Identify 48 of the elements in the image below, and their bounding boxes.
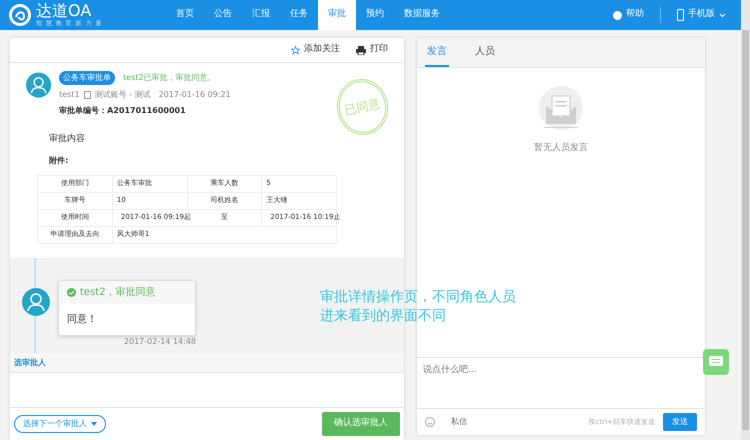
brand-name: 达道OA — [36, 2, 92, 18]
side-tab[interactable]: 人员 — [473, 38, 497, 67]
logo-icon — [8, 3, 32, 27]
attachments-label: 附件: — [49, 154, 70, 166]
empty-message: 暂无人员发言 — [534, 142, 588, 155]
help-link[interactable]: 帮助 — [626, 8, 644, 22]
account-name: 测试账号 - 测试 — [94, 89, 151, 101]
scrollbar-thumb[interactable] — [742, 30, 749, 430]
print-icon[interactable] — [356, 46, 366, 54]
print-link[interactable]: 打印 — [370, 43, 388, 57]
annotation-text: 进来看到的界面不同 — [320, 307, 446, 326]
confirm-approver-button[interactable]: 确认选审批人 — [322, 412, 400, 436]
comment-time: 2017-02-14 14:48 — [124, 336, 196, 348]
comment-title: test2，审批同意 — [80, 286, 156, 300]
nav-tab[interactable]: 数据服务 — [394, 0, 450, 30]
nav-tab[interactable]: 任务 — [280, 0, 318, 30]
star-icon[interactable] — [291, 46, 300, 54]
approval-status: test2已审批，审批同意。 — [123, 72, 216, 84]
comment-text: 同意！ — [66, 312, 98, 327]
section-title: 选审批人 — [14, 356, 46, 368]
check-circle-icon — [67, 288, 76, 297]
nav-tab[interactable]: 汇报 — [242, 0, 280, 30]
form-type-badge: 公务车审批单 — [59, 71, 116, 85]
mobile-version-link[interactable]: 手机版 — [688, 8, 715, 22]
id-card-icon — [84, 91, 91, 99]
phone-icon — [677, 9, 684, 21]
nav-tab[interactable]: 首页 — [166, 0, 204, 30]
submit-time: 2017-01-16 09:21 — [158, 89, 231, 101]
approval-content: 审批内容 — [49, 133, 86, 146]
chevron-down-icon[interactable] — [719, 12, 726, 18]
chat-button[interactable] — [703, 349, 729, 375]
caret-icon[interactable] — [91, 422, 97, 426]
private-message-toggle[interactable]: 私信 — [451, 416, 467, 428]
form-number: 审批单编号：A2017011600001 — [59, 105, 187, 117]
select-approver-dropdown[interactable]: 选择下一个审批人 — [14, 415, 106, 433]
side-tab[interactable]: 发言 — [425, 38, 449, 67]
emoji-icon[interactable] — [425, 416, 435, 427]
add-follow-link[interactable]: 添加关注 — [304, 43, 340, 57]
avatar-icon — [22, 288, 50, 316]
send-button[interactable]: 发送 — [663, 412, 697, 431]
nav-tab[interactable]: 公告 — [204, 0, 242, 30]
nav-tab[interactable]: 审批 — [318, 0, 356, 30]
applicant-name: test1 — [59, 89, 80, 101]
chat-icon[interactable] — [709, 356, 723, 368]
nav-tab[interactable]: 预约 — [356, 0, 394, 30]
comment-field[interactable]: 说点什么吧... — [417, 358, 705, 403]
annotation-text: 审批详情操作页，不同角色人员 — [320, 288, 516, 307]
avatar-icon — [26, 71, 52, 99]
